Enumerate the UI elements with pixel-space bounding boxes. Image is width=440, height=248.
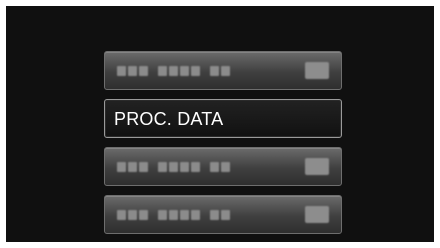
camera-menu-screen: PROC. DATA xyxy=(6,6,434,242)
menu-item-1[interactable] xyxy=(104,51,342,90)
menu-list: PROC. DATA xyxy=(104,51,342,243)
blurred-label xyxy=(117,162,230,172)
settings-icon xyxy=(305,206,329,223)
menu-item-proc-data[interactable]: PROC. DATA xyxy=(104,99,342,138)
menu-item-4[interactable] xyxy=(104,195,342,234)
settings-icon xyxy=(305,62,329,79)
blurred-label xyxy=(117,66,230,76)
settings-icon xyxy=(305,158,329,175)
blurred-label xyxy=(117,210,230,220)
menu-item-label: PROC. DATA xyxy=(114,109,224,129)
menu-item-3[interactable] xyxy=(104,147,342,186)
